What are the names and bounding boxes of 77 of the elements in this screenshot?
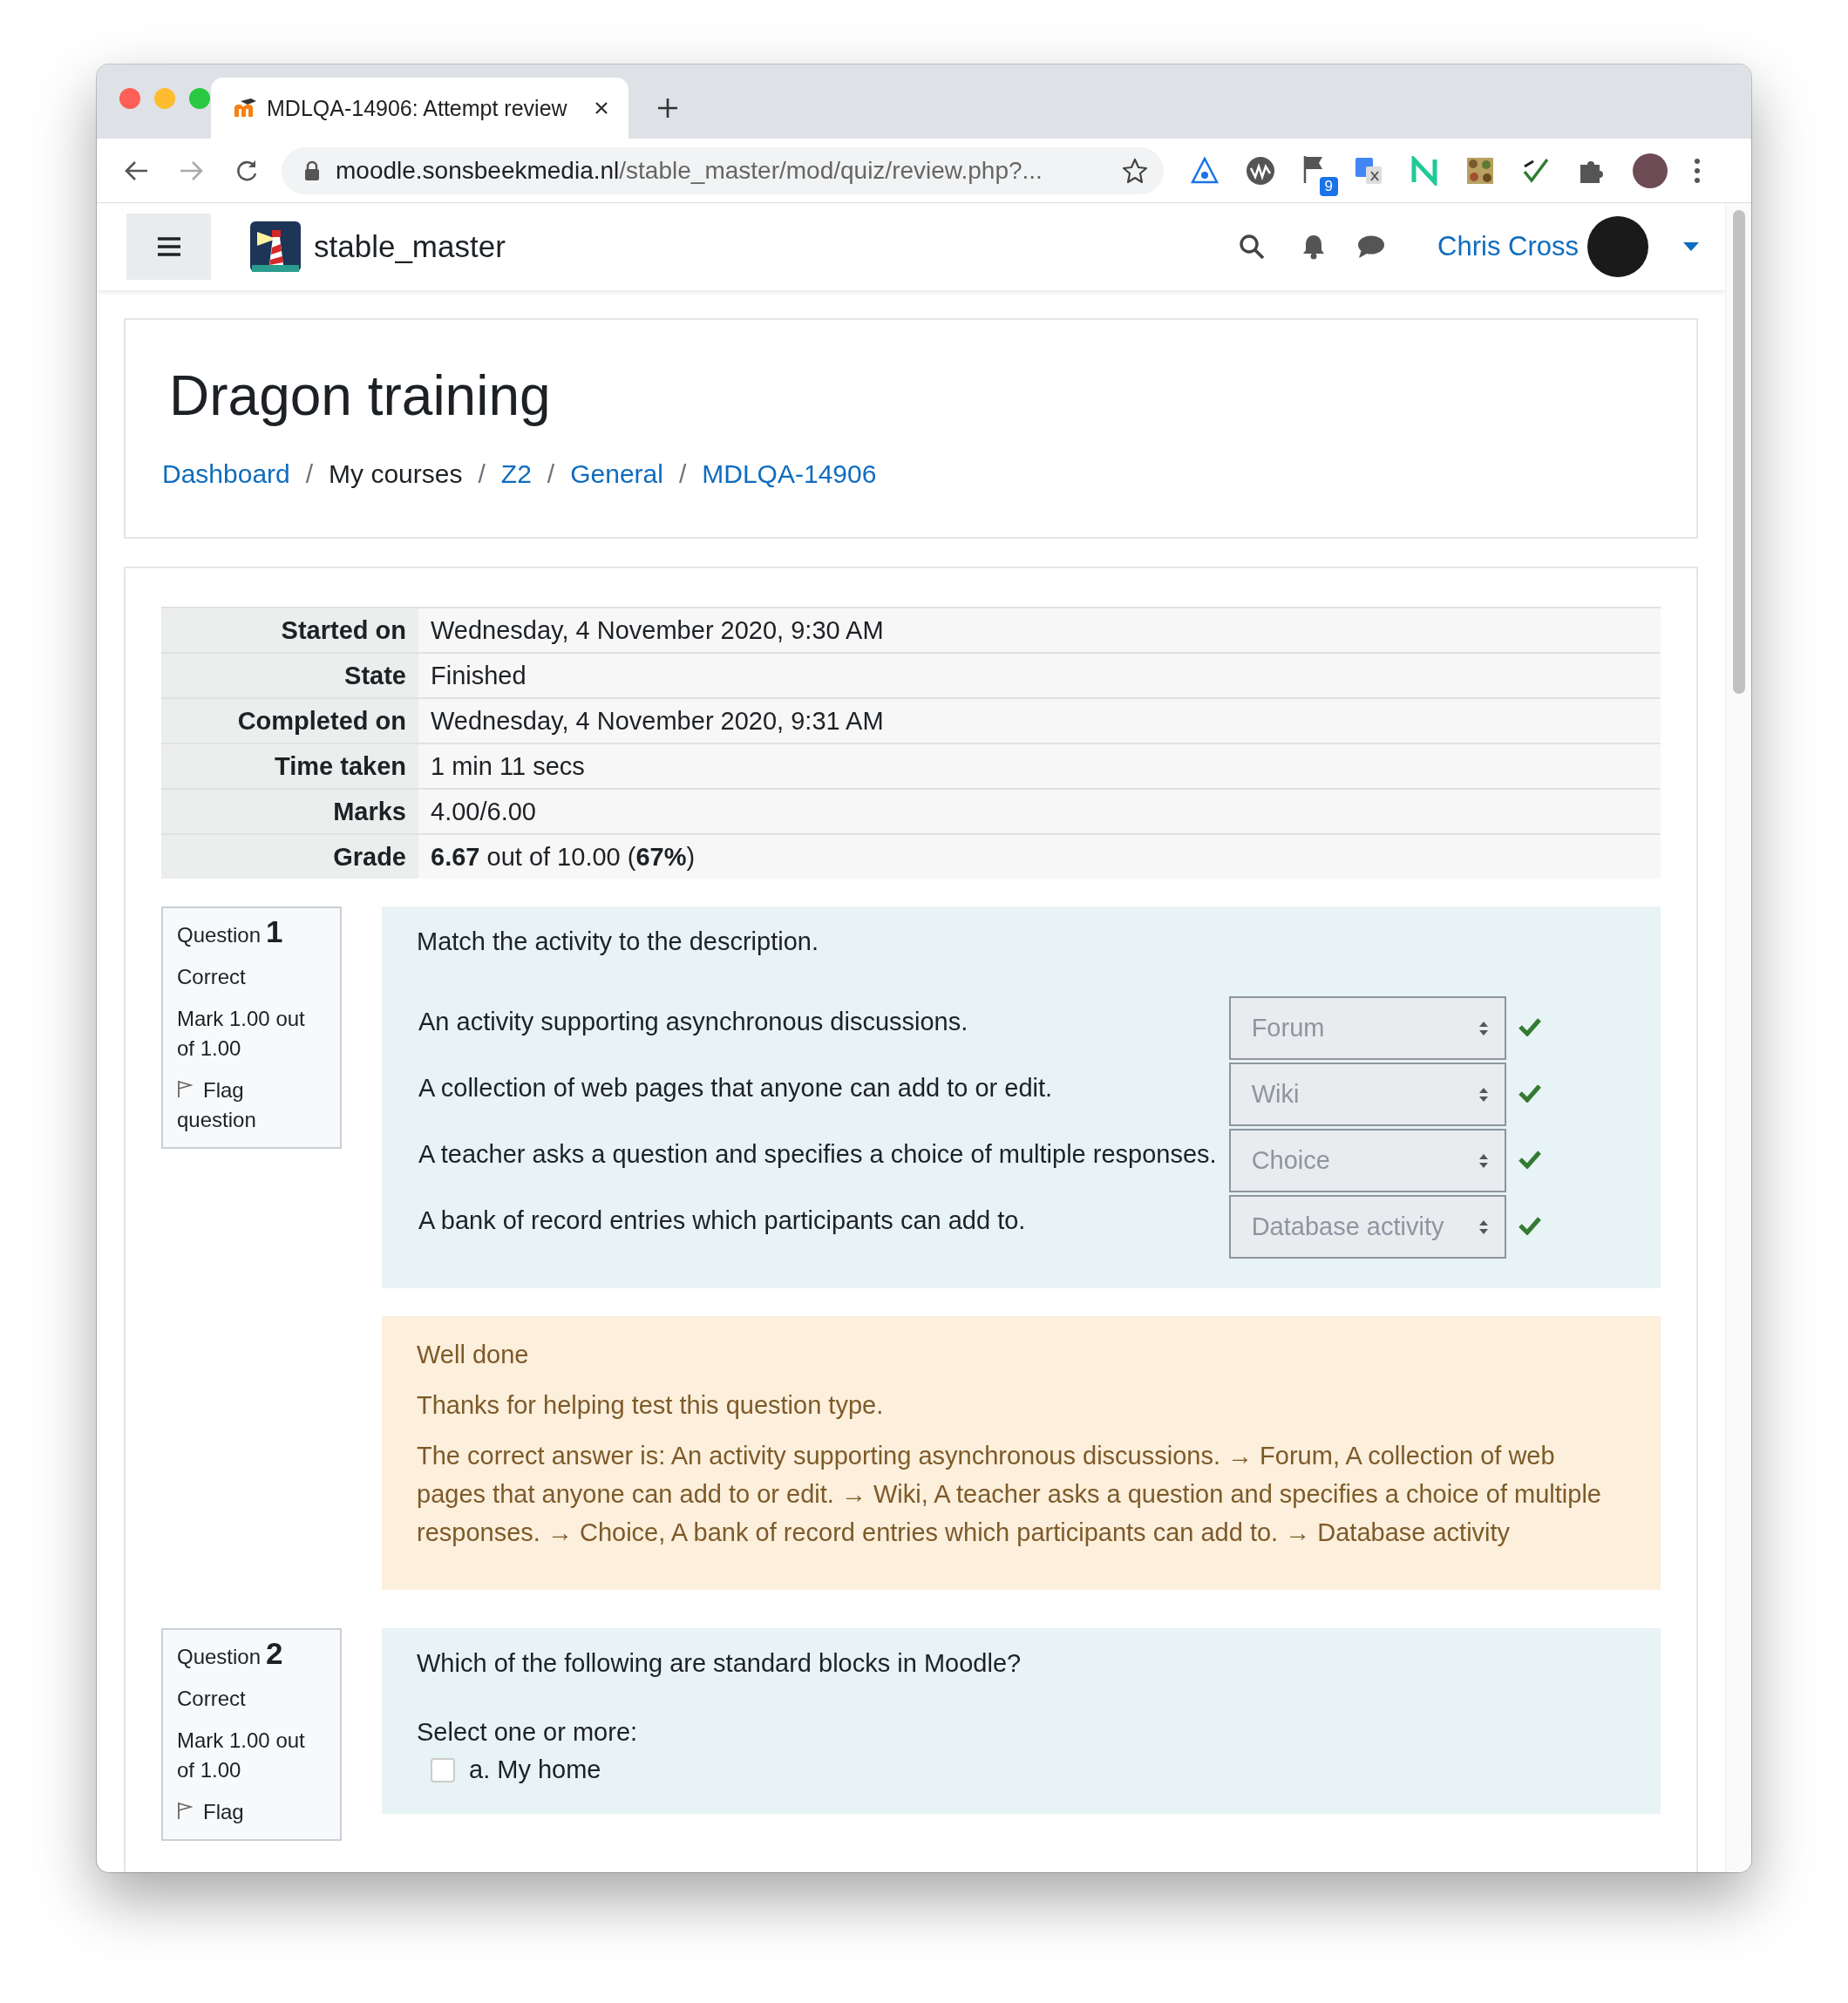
breadcrumb-separator: / <box>305 459 314 489</box>
back-arrow-icon[interactable] <box>123 159 149 182</box>
question-text: Match the activity to the description. <box>417 927 819 956</box>
address-bar[interactable]: moodle.sonsbeekmedia.nl/stable_master/mod/quiz/review.php?... <box>282 146 1164 194</box>
checkbox[interactable] <box>431 1757 455 1782</box>
user-name-link[interactable]: Chris Cross <box>1437 231 1579 262</box>
moodle-favicon-icon <box>232 98 258 119</box>
match-description: A teacher asks a question and specifies a choice of multiple responses. <box>418 1140 1218 1170</box>
summary-value: Finished <box>418 653 1661 698</box>
chat-bubble-icon[interactable] <box>1357 234 1386 259</box>
question-text: Which of the following are standard blocks in Moodle? <box>417 1649 1023 1678</box>
wave-extension-icon[interactable] <box>1246 155 1275 186</box>
lock-icon <box>304 160 320 181</box>
summary-label: Grade <box>161 834 418 879</box>
lighthouse-logo-icon <box>250 221 301 272</box>
option-label[interactable]: a. My home <box>469 1755 601 1784</box>
question-number: 2 <box>266 1636 283 1670</box>
question-state: Correct <box>177 964 247 990</box>
browser-tab[interactable]: MDLQA-14906: Attempt review <box>211 78 628 139</box>
summary-label: Started on <box>161 608 418 653</box>
menu-icon <box>156 236 181 257</box>
bell-icon[interactable] <box>1301 234 1327 260</box>
sort-arrows-icon <box>1478 1152 1489 1169</box>
summary-value: 6.67 out of 10.00 (67%) <box>418 834 1661 879</box>
match-description: A collection of web pages that anyone can add to or edit. <box>418 1074 1054 1103</box>
question-mark: Mark 1.00 out of 1.00 <box>177 1006 306 1062</box>
feedback-text: Thanks for helping test this question type. <box>417 1390 885 1421</box>
question-number: 1 <box>266 914 283 948</box>
question-label: Question <box>177 1645 262 1668</box>
summary-value: Wednesday, 4 November 2020, 9:31 AM <box>418 698 1661 743</box>
summary-value: 4.00/6.00 <box>418 789 1661 834</box>
mosaic-extension-icon[interactable] <box>1465 155 1495 186</box>
flag-outline-icon <box>177 1802 193 1819</box>
close-tab-icon[interactable] <box>594 100 609 116</box>
page-title: Dragon training <box>169 363 552 428</box>
caret-down-icon[interactable] <box>1683 242 1699 251</box>
triangle-extension-icon[interactable] <box>1190 155 1220 186</box>
profile-avatar[interactable] <box>1633 153 1668 188</box>
match-description: An activity supporting asynchronous discussions. <box>418 1008 969 1037</box>
breadcrumb-item: My courses <box>329 459 463 489</box>
new-tab-icon[interactable] <box>656 97 679 119</box>
menu-button[interactable] <box>126 214 211 280</box>
instruction-text: Select one or more: <box>417 1718 639 1747</box>
scrollbar[interactable] <box>1725 203 1751 1872</box>
url-text: moodle.sonsbeekmedia.nl/stable_master/mod/quiz/review.php?... <box>336 156 1043 185</box>
question-state: Correct <box>177 1686 247 1712</box>
summary-label: Completed on <box>161 698 418 743</box>
breadcrumb-link[interactable]: MDLQA-14906 <box>702 459 877 489</box>
translate-extension-icon[interactable] <box>1354 155 1383 186</box>
feedback-text: The correct answer is: An activity supporting asynchronous discussions. → Forum, A collection of web pages that anyone can add to or edit. → Wiki, A teacher asks a question and specifies a choice of multiple responses. → Choice, A bank of record entries which participants can add to. → Database activity <box>417 1441 1602 1548</box>
summary-label: Marks <box>161 789 418 834</box>
question-label: Question <box>177 923 262 947</box>
breadcrumb-separator: / <box>547 459 555 489</box>
tab-title: MDLQA-14906: Attempt review <box>267 95 568 121</box>
question-mark: Mark 1.00 out of 1.00 <box>177 1728 306 1783</box>
sort-arrows-icon <box>1478 1086 1489 1103</box>
feedback-text: Well done <box>417 1340 530 1370</box>
breadcrumb-link[interactable]: Z2 <box>500 459 532 489</box>
site-name[interactable]: stable_master <box>314 229 506 264</box>
breadcrumb-link[interactable]: Dashboard <box>162 459 290 489</box>
sort-arrows-icon <box>1478 1020 1489 1036</box>
flag-question-link[interactable]: Flag <box>177 1797 324 1827</box>
flag-outline-icon <box>177 1080 193 1097</box>
extension-badge: 9 <box>1319 176 1338 196</box>
summary-value: 1 min 11 secs <box>418 743 1661 789</box>
breadcrumb-separator: / <box>478 459 486 489</box>
summary-value: Wednesday, 4 November 2020, 9:30 AM <box>418 608 1661 653</box>
flag-question-link[interactable]: Flag question <box>177 1076 324 1135</box>
breadcrumb-link[interactable]: General <box>570 459 663 489</box>
breadcrumb-separator: / <box>678 459 687 489</box>
star-icon[interactable] <box>1122 157 1148 184</box>
more-vertical-icon[interactable] <box>1694 157 1701 184</box>
match-description: A bank of record entries which participants can add to. <box>418 1206 1027 1236</box>
summary-label: Time taken <box>161 743 418 789</box>
sort-arrows-icon <box>1478 1219 1489 1235</box>
search-icon[interactable] <box>1239 234 1266 260</box>
summary-label: State <box>161 653 418 698</box>
